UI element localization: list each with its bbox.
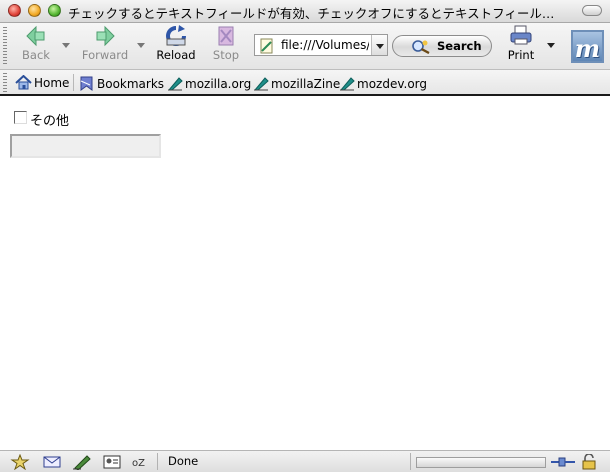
bookmarks-separator [73, 74, 74, 91]
bookmark-bookmarks-label: Bookmarks [97, 77, 165, 91]
bookmark-mozdev-org-label: mozdev.org [357, 77, 427, 91]
status-separator [157, 453, 158, 470]
other-text-field[interactable] [10, 134, 161, 158]
zoom-window-button[interactable] [48, 4, 61, 17]
throbber-letter: m [574, 34, 601, 63]
security-lock-icon[interactable] [580, 454, 598, 470]
toolbar-grip[interactable] [3, 27, 7, 65]
other-checkbox[interactable] [14, 111, 27, 124]
forward-history-dropdown-icon[interactable] [137, 43, 145, 48]
bookmark-mozillazine-label: mozillaZine [271, 77, 341, 91]
stop-button[interactable]: Stop [206, 25, 246, 62]
bookmark-mozilla-org[interactable]: mozilla.org [167, 75, 251, 91]
forward-label: Forward [81, 48, 129, 62]
reload-icon [166, 25, 186, 46]
other-checkbox-label[interactable]: その他 [30, 110, 69, 129]
navigation-toolbar: Back Forward Reload Stop file:///Volumes… [0, 23, 610, 70]
navigator-icon[interactable] [10, 454, 30, 470]
search-label: Search [437, 39, 482, 53]
bookmarks-toolbar: Home Bookmarks mozilla.org mozillaZine m… [0, 70, 610, 96]
svg-text:oZ: oZ [132, 458, 145, 469]
search-button[interactable]: Search [392, 35, 492, 57]
forward-button[interactable]: Forward [80, 25, 130, 62]
status-bar: oZ Done [0, 450, 610, 472]
home-icon [15, 74, 32, 90]
forward-arrow-icon [96, 25, 115, 47]
back-label: Back [22, 48, 50, 62]
back-history-dropdown-icon[interactable] [62, 43, 70, 48]
toolbar-toggle-button[interactable] [582, 5, 602, 16]
search-icon [412, 40, 430, 54]
mail-icon[interactable] [42, 454, 62, 470]
progress-meter [416, 457, 546, 468]
bookmark-home[interactable]: Home [15, 74, 70, 90]
print-label: Print [507, 48, 535, 62]
url-history-dropdown[interactable] [371, 35, 387, 55]
printer-icon [510, 25, 532, 45]
back-button[interactable]: Back [14, 25, 58, 62]
browser-window: チェックするとテキストフィールドが有効、チェックオフにするとテキストフィール… … [0, 0, 610, 472]
status-separator [410, 453, 411, 470]
status-text: Done [168, 454, 199, 468]
back-arrow-icon [26, 25, 45, 47]
close-window-button[interactable] [8, 4, 21, 17]
bookmark-page-icon [253, 77, 269, 91]
minimize-window-button[interactable] [28, 4, 41, 17]
title-bar[interactable]: チェックするとテキストフィールドが有効、チェックオフにするとテキストフィール… [0, 0, 610, 23]
bookmark-mozdev-org[interactable]: mozdev.org [339, 75, 427, 91]
bookmark-home-label: Home [34, 76, 70, 90]
bookmarks-icon [80, 76, 93, 91]
page-proxy-icon [260, 38, 273, 54]
window-title: チェックするとテキストフィールドが有効、チェックオフにするとテキストフィール… [68, 6, 555, 21]
chatzilla-icon[interactable]: oZ [131, 454, 151, 470]
stop-icon [218, 26, 234, 46]
bookmark-bookmarks-menu[interactable]: Bookmarks [78, 75, 164, 91]
url-text: file:///Volumes/ [281, 38, 369, 52]
bookmarks-toolbar-grip[interactable] [3, 73, 7, 92]
bookmark-mozilla-org-label: mozilla.org [185, 77, 252, 91]
print-options-dropdown-icon[interactable] [547, 43, 555, 48]
bookmark-page-icon [339, 77, 355, 91]
mozilla-throbber-icon[interactable]: m [571, 30, 604, 63]
bookmark-mozillazine[interactable]: mozillaZine [253, 75, 340, 91]
print-button[interactable]: Print [504, 25, 538, 62]
address-book-icon[interactable] [102, 454, 122, 470]
reload-label: Reload [156, 48, 196, 62]
bookmark-page-icon [167, 77, 183, 91]
page-content: その他 [0, 96, 610, 450]
online-status-icon[interactable] [550, 455, 576, 469]
composer-icon[interactable] [72, 454, 92, 470]
url-field[interactable]: file:///Volumes/ [254, 34, 388, 56]
reload-button[interactable]: Reload [154, 25, 198, 62]
stop-label: Stop [212, 48, 240, 62]
